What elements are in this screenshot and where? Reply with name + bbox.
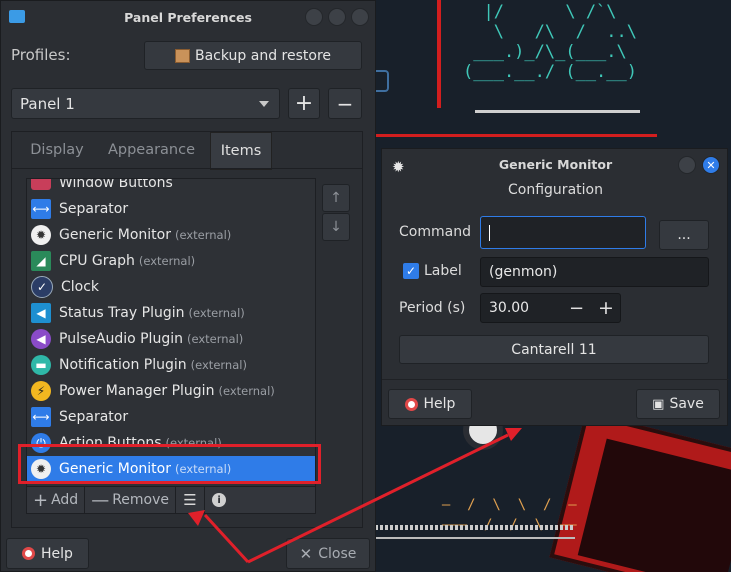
arrowhead-1 [188, 510, 205, 526]
annotation-arrows [188, 428, 522, 564]
arrow-line-2 [247, 433, 509, 564]
arrow-line-1 [203, 513, 250, 564]
